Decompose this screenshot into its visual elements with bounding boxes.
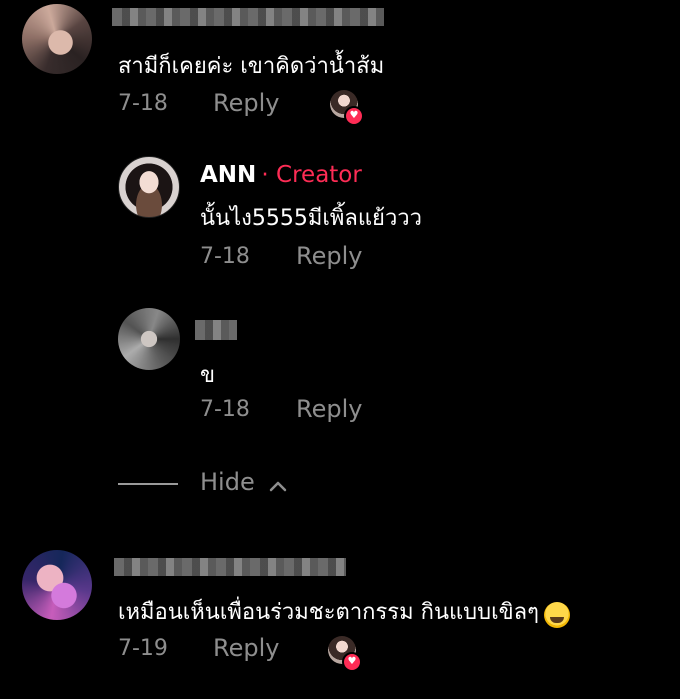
comment-date: 7-18 <box>118 91 168 116</box>
comment-date: 7-18 <box>200 244 250 269</box>
hide-replies-button[interactable]: Hide <box>200 468 288 496</box>
hide-label: Hide <box>200 468 255 496</box>
commenter-avatar[interactable] <box>22 4 92 74</box>
creator-name[interactable]: ANN <box>200 162 256 188</box>
creator-badge: · Creator <box>261 162 362 188</box>
comment-text: สามีก็เคยค่ะ เขาคิดว่าน้ำส้ม <box>118 54 385 79</box>
commenter-avatar[interactable] <box>118 308 180 370</box>
reply-button[interactable]: Reply <box>213 89 279 117</box>
commenter-username-blurred[interactable] <box>114 558 346 576</box>
reply-button[interactable]: Reply <box>213 634 279 662</box>
creator-avatar[interactable] <box>118 156 180 218</box>
divider-line <box>118 483 178 485</box>
creator-header: ANN · Creator <box>200 162 362 188</box>
comment-text: เหมือนเห็นเพื่อนร่วมชะตากรรม กินแบบเขิลๆ <box>118 600 539 625</box>
comment-text-row: เหมือนเห็นเพื่อนร่วมชะตากรรม กินแบบเขิลๆ <box>118 594 571 629</box>
chevron-up-icon <box>269 481 287 491</box>
commenter-username-blurred[interactable] <box>112 8 384 26</box>
grinning-sweat-emoji <box>544 601 571 628</box>
comment-date: 7-18 <box>200 397 250 422</box>
comment-text: ข <box>200 363 216 388</box>
reply-button[interactable]: Reply <box>296 242 362 270</box>
commenter-username-blurred[interactable] <box>195 320 237 340</box>
heart-icon: ♥ <box>342 652 362 672</box>
heart-icon: ♥ <box>344 106 364 126</box>
comment-text: นั้นไง5555มีเพิ้ลแย้ววว <box>200 206 423 231</box>
commenter-avatar[interactable] <box>22 550 92 620</box>
comment-date: 7-19 <box>118 636 168 661</box>
reply-button[interactable]: Reply <box>296 395 362 423</box>
